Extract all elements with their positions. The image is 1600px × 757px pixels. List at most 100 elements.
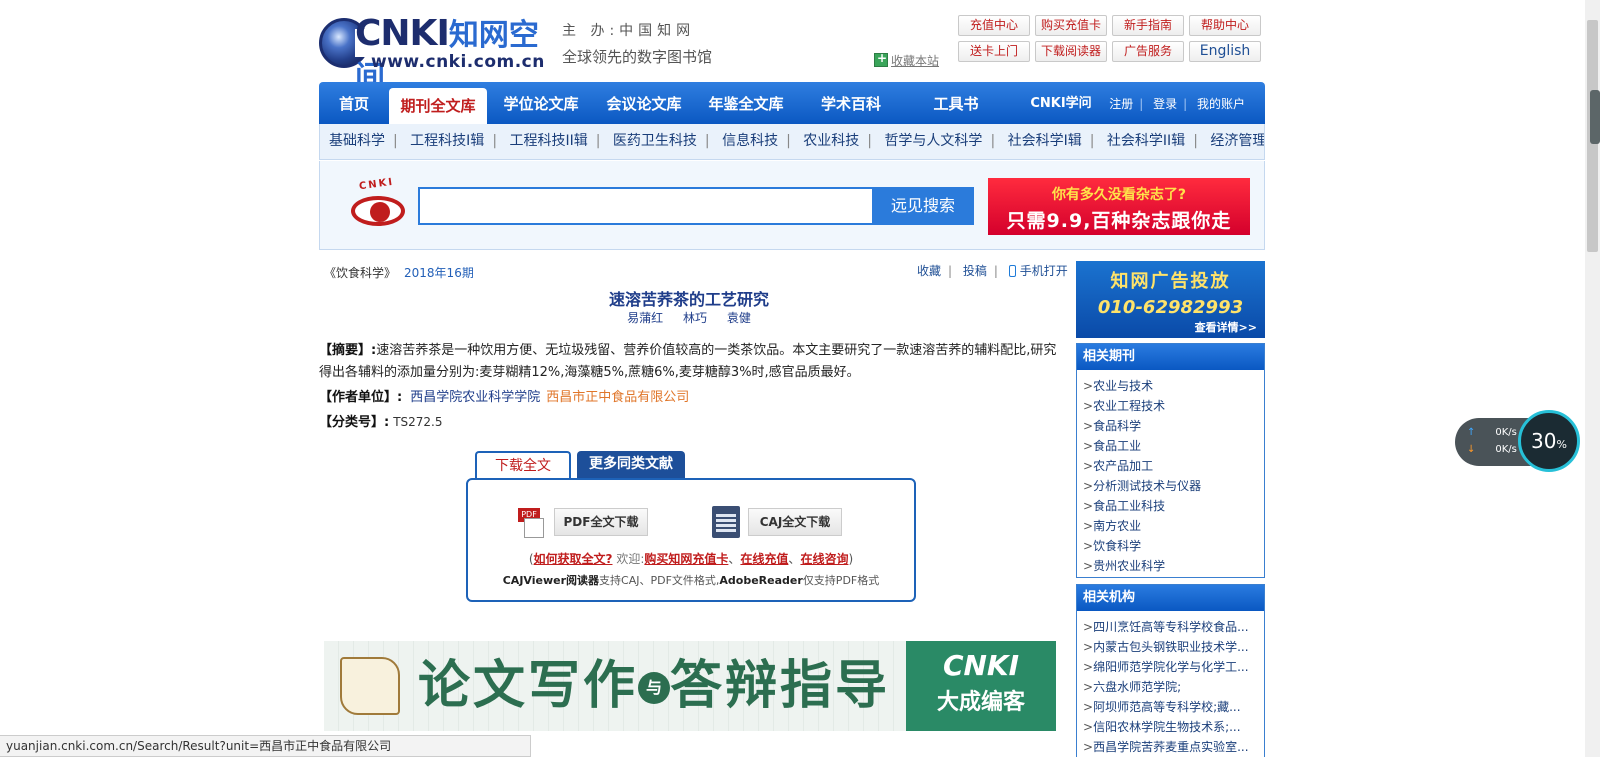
memory-usage-circle[interactable]: 30% xyxy=(1518,410,1580,472)
download-help: (如何获取全文? 欢迎:购买知网充值卡、在线充值、在线咨询) xyxy=(528,552,854,566)
bookmark-add-icon xyxy=(874,51,888,67)
caj-icon xyxy=(712,506,740,538)
site-header: CNKI知网空间 www.cnki.com.cn 主 办:中国知网 全球领先的数… xyxy=(319,0,1265,95)
sponsor-text: 主 办:中国知网 xyxy=(562,23,696,39)
mobile-open-link[interactable]: 手机打开 xyxy=(1008,264,1068,278)
english-button[interactable]: English xyxy=(1189,41,1261,62)
search-area: CNKI 远见搜索 你有多久没看杂志了? 只需9.9,百种杂志跟你走 xyxy=(319,161,1265,250)
related-journal-link[interactable]: 农产品加工 xyxy=(1093,459,1153,473)
subject-engineering-1[interactable]: 工程科技I辑 xyxy=(410,133,484,149)
nav-encyclopedia[interactable]: 学术百科 xyxy=(803,82,899,124)
magazine-promo-banner[interactable]: 你有多久没看杂志了? 只需9.9,百种杂志跟你走 xyxy=(988,178,1250,235)
eye-icon xyxy=(351,196,405,226)
adobe-reader-link[interactable]: AdobeReader xyxy=(719,574,802,587)
related-orgs-title: 相关机构 xyxy=(1077,585,1264,611)
nav-theses[interactable]: 学位论文库 xyxy=(491,82,591,124)
logo-url: www.cnki.com.cn xyxy=(371,52,545,72)
subject-agriculture[interactable]: 农业科技 xyxy=(803,133,859,149)
related-journal-link[interactable]: 食品工业 xyxy=(1093,439,1141,453)
upload-speed: ↑ 0K/s xyxy=(1467,427,1517,438)
download-reader-button[interactable]: 下载阅读器 xyxy=(1035,41,1107,62)
unit-link[interactable]: 西昌学院农业科学学院 xyxy=(410,390,540,405)
thesis-guide-banner[interactable]: 论文写作与答辩指导 CNKI 大成编客 xyxy=(324,641,1056,731)
pdf-download-button[interactable]: PDF全文下载 xyxy=(554,508,648,536)
ad-service-button[interactable]: 广告服务 xyxy=(1112,41,1184,62)
subject-engineering-2[interactable]: 工程科技II辑 xyxy=(509,133,587,149)
recharge-center-button[interactable]: 充值中心 xyxy=(958,15,1030,36)
beginner-guide-button[interactable]: 新手指南 xyxy=(1112,15,1184,36)
subject-basic-science[interactable]: 基础科学 xyxy=(329,133,385,149)
tagline: 全球领先的数字图书馆 xyxy=(562,48,713,66)
nav-cnki-xuewen[interactable]: CNKI学问 xyxy=(1013,82,1109,124)
related-org-link[interactable]: 绵阳师范学院化学与化学工... xyxy=(1093,660,1248,674)
cajviewer-link[interactable]: CAJViewer阅读器 xyxy=(503,574,599,587)
related-journals-box: 相关期刊 农业与技术 农业工程技术 食品科学 食品工业 农产品加工 分析测试技术… xyxy=(1076,343,1265,578)
related-journal-link[interactable]: 农业工程技术 xyxy=(1093,399,1165,413)
nav-home[interactable]: 首页 xyxy=(323,82,385,124)
related-journal-link[interactable]: 南方农业 xyxy=(1093,519,1141,533)
online-consult-link[interactable]: 在线咨询 xyxy=(800,552,848,566)
tab-more-similar[interactable]: 更多同类文献 xyxy=(577,451,685,479)
author-link[interactable]: 易蒲红 xyxy=(627,311,663,325)
card-delivery-button[interactable]: 送卡上门 xyxy=(958,41,1030,62)
related-journal-link[interactable]: 贵州农业科学 xyxy=(1093,559,1165,573)
related-journal-link[interactable]: 农业与技术 xyxy=(1093,379,1153,393)
subject-nav: 基础科学 | 工程科技I辑 | 工程科技II辑 | 医药卫生科技 | 信息科技 | 农业科… xyxy=(319,124,1265,160)
unit-link[interactable]: 西昌市正中食品有限公司 xyxy=(546,390,689,405)
nav-yearbooks[interactable]: 年鉴全文库 xyxy=(697,82,795,124)
author-units: 【作者单位】: 西昌学院农业科学学院 西昌市正中食品有限公司 xyxy=(319,390,690,405)
pdf-icon xyxy=(518,508,546,538)
tab-download-full[interactable]: 下载全文 xyxy=(475,451,571,479)
caj-download-button[interactable]: CAJ全文下载 xyxy=(748,508,842,536)
related-journal-link[interactable]: 食品科学 xyxy=(1093,419,1141,433)
article-actions: 收藏 | 投稿 | 手机打开 xyxy=(917,264,1068,278)
arrow-up-icon: ↑ xyxy=(1467,427,1476,438)
related-orgs-box: 相关机构 四川烹饪高等专科学校食品... 内蒙古包头钢铁职业技术学... 绵阳师… xyxy=(1076,584,1265,757)
subject-economics[interactable]: 经济管理 xyxy=(1210,133,1264,149)
cnki-eye-logo: CNKI xyxy=(349,177,409,231)
browser-page: CNKI知网空间 www.cnki.com.cn 主 办:中国知网 全球领先的数… xyxy=(0,0,1600,757)
author-link[interactable]: 林巧 xyxy=(683,311,707,325)
subject-social-2[interactable]: 社会科学II辑 xyxy=(1107,133,1185,149)
how-to-get-link[interactable]: 如何获取全文? xyxy=(534,552,613,566)
login-link[interactable]: 登录 xyxy=(1147,97,1183,111)
related-journal-link[interactable]: 食品工业科技 xyxy=(1093,499,1165,513)
favorite-site-link[interactable]: 收藏本站 xyxy=(874,51,939,69)
nav-reference-books[interactable]: 工具书 xyxy=(911,82,1001,124)
subject-information[interactable]: 信息科技 xyxy=(722,133,778,149)
journal-link[interactable]: 《饮食科学》 xyxy=(324,266,396,280)
author-link[interactable]: 袁健 xyxy=(727,311,751,325)
related-org-link[interactable]: 内蒙古包头钢铁职业技术学... xyxy=(1093,640,1248,654)
subject-social-1[interactable]: 社会科学I辑 xyxy=(1008,133,1082,149)
my-account-link[interactable]: 我的账户 xyxy=(1191,97,1251,111)
buy-card-link[interactable]: 购买知网充值卡 xyxy=(644,552,728,566)
related-org-link[interactable]: 信阳农林学院生物技术系;... xyxy=(1093,720,1241,734)
related-org-link[interactable]: 西昌学院苦荞麦重点实验室... xyxy=(1093,740,1248,754)
scroll-side-handle[interactable] xyxy=(1590,90,1600,144)
phone-icon xyxy=(1008,265,1016,277)
buy-card-button[interactable]: 购买充值卡 xyxy=(1035,15,1107,36)
online-recharge-link[interactable]: 在线充值 xyxy=(740,552,788,566)
issue-link[interactable]: 2018年16期 xyxy=(404,266,474,280)
related-org-link[interactable]: 六盘水师范学院; xyxy=(1093,680,1181,694)
article-title: 速溶苦荞茶的工艺研究 xyxy=(608,290,769,309)
related-org-link[interactable]: 四川烹饪高等专科学校食品... xyxy=(1093,620,1248,634)
main-nav: 首页 期刊全文库 学位论文库 会议论文库 年鉴全文库 学术百科 工具书 CNKI… xyxy=(319,82,1265,124)
user-links: 注册 | 登录 | 我的账户 xyxy=(1103,95,1251,112)
advertising-banner[interactable]: 知网广告投放 010-62982993 查看详情>> xyxy=(1076,261,1265,338)
nav-conferences[interactable]: 会议论文库 xyxy=(595,82,693,124)
submit-link[interactable]: 投稿 xyxy=(963,264,987,278)
help-center-button[interactable]: 帮助中心 xyxy=(1189,15,1261,36)
collect-link[interactable]: 收藏 xyxy=(917,264,941,278)
search-button[interactable]: 远见搜索 xyxy=(872,187,974,225)
register-link[interactable]: 注册 xyxy=(1103,97,1139,111)
related-journals-title: 相关期刊 xyxy=(1077,344,1264,370)
nav-journals[interactable]: 期刊全文库 xyxy=(389,88,487,124)
subject-medicine[interactable]: 医药卫生科技 xyxy=(613,133,697,149)
related-journal-link[interactable]: 饮食科学 xyxy=(1093,539,1141,553)
related-org-link[interactable]: 阿坝师范高等专科学校;藏... xyxy=(1093,700,1241,714)
related-journal-link[interactable]: 分析测试技术与仪器 xyxy=(1093,479,1201,493)
cnki-logo[interactable]: CNKI知网空间 www.cnki.com.cn xyxy=(319,14,551,95)
search-input[interactable] xyxy=(418,187,874,225)
subject-humanities[interactable]: 哲学与人文科学 xyxy=(884,133,982,149)
